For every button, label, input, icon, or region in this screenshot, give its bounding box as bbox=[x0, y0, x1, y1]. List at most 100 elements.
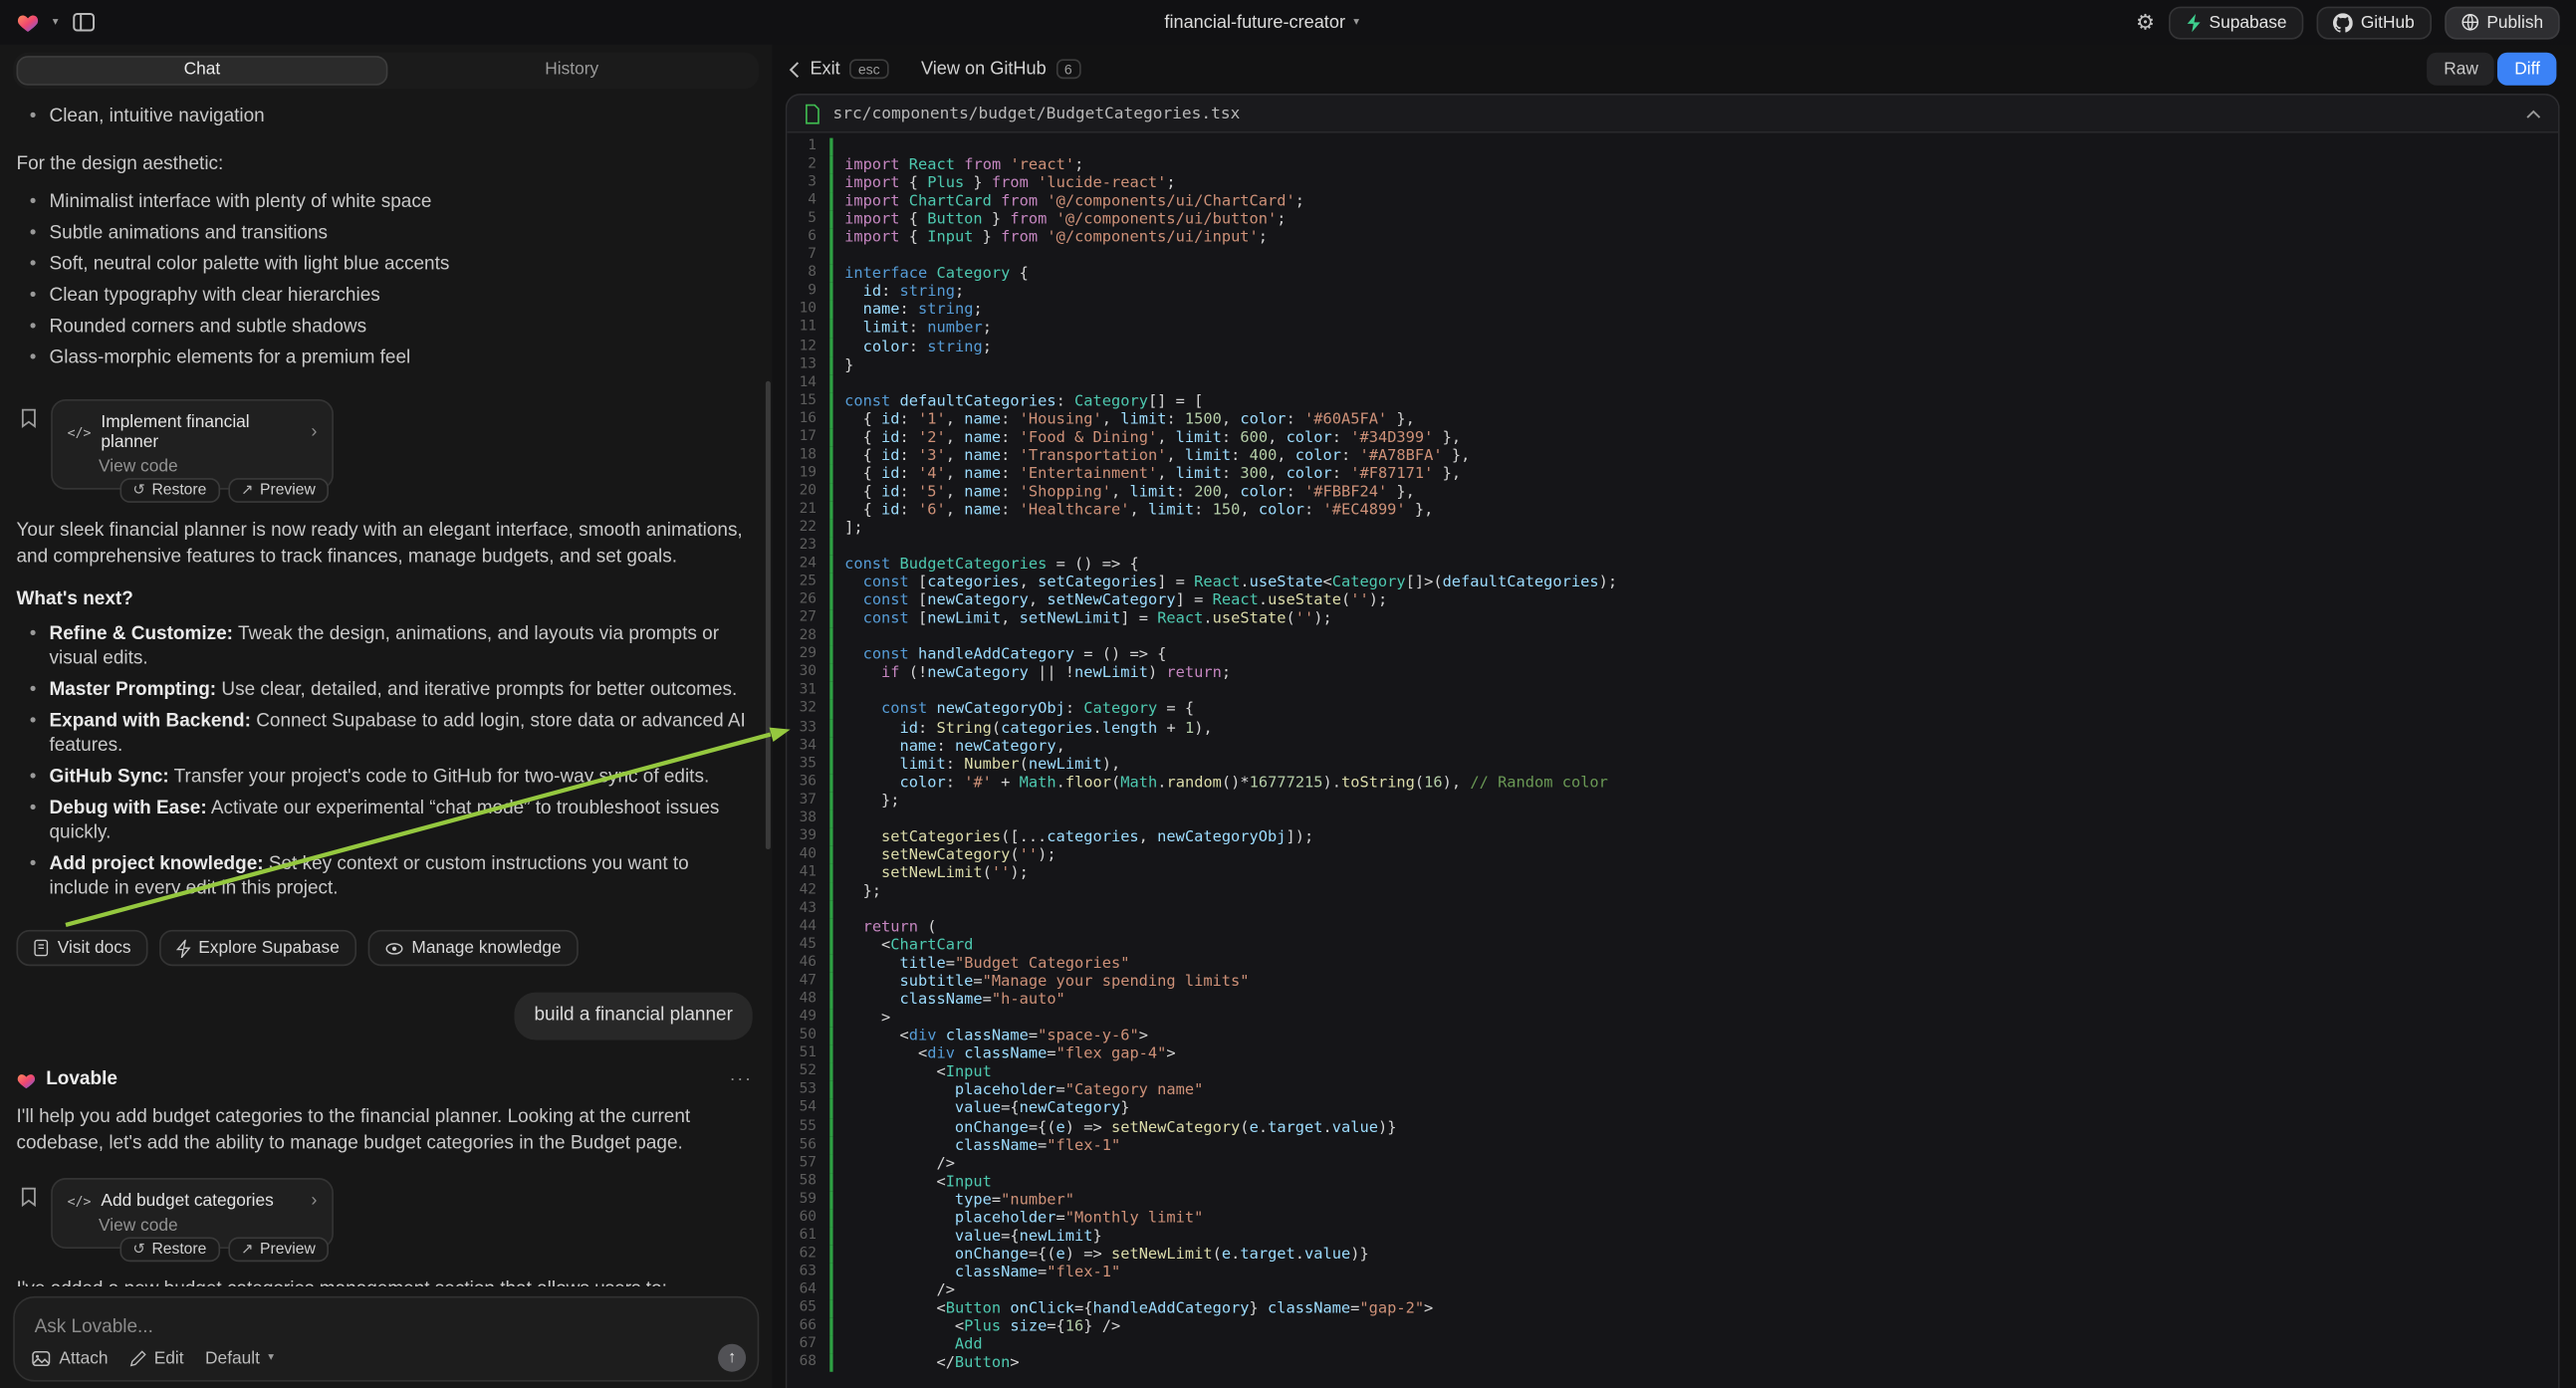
restore-label: Restore bbox=[151, 482, 206, 500]
settings-gear-icon[interactable]: ⚙ bbox=[2136, 12, 2155, 33]
code-line: 10 name: string; bbox=[787, 302, 2558, 320]
list-item: Minimalist interface with plenty of whit… bbox=[30, 191, 753, 216]
topbar: ▾ financial-future-creator ▾ ⚙ Supabase … bbox=[0, 0, 2576, 45]
supabase-button[interactable]: Supabase bbox=[2168, 6, 2303, 39]
line-number: 21 bbox=[787, 501, 829, 519]
code-text: <Plus size={16} /> bbox=[829, 1317, 2558, 1335]
code-line: 31 bbox=[787, 682, 2558, 700]
line-number: 65 bbox=[787, 1299, 829, 1317]
bookmark-icon[interactable] bbox=[20, 1187, 38, 1263]
bookmark-icon[interactable] bbox=[20, 407, 38, 503]
line-number: 47 bbox=[787, 973, 829, 991]
code-text: import { Input } from '@/components/ui/i… bbox=[829, 229, 2558, 247]
topbar-right: ⚙ Supabase GitHub Publish bbox=[2136, 6, 2560, 39]
view-on-github-button[interactable]: View on GitHub 6 bbox=[921, 59, 1080, 80]
preview-button[interactable]: ↗Preview bbox=[228, 478, 329, 503]
view-code-link[interactable]: View code bbox=[99, 1217, 317, 1237]
code-text: const defaultCategories: Category[] = [ bbox=[829, 392, 2558, 410]
mode-select[interactable]: Default ▾ bbox=[205, 1348, 274, 1368]
code-lines: 12import React from 'react';3import { Pl… bbox=[787, 138, 2558, 1372]
code-line: 61 value={newLimit} bbox=[787, 1227, 2558, 1245]
line-number: 64 bbox=[787, 1281, 829, 1299]
lovable-logo-icon[interactable] bbox=[17, 12, 40, 33]
view-mode-toggle: Raw Diff bbox=[2428, 53, 2557, 86]
chat-tabs: Chat History bbox=[13, 53, 759, 89]
code-text: import { Plus } from 'lucide-react'; bbox=[829, 174, 2558, 192]
logo-chevron-down-icon[interactable]: ▾ bbox=[53, 17, 59, 29]
line-number: 52 bbox=[787, 1063, 829, 1081]
line-number: 39 bbox=[787, 827, 829, 845]
chat-message-list[interactable]: Clean, intuitive navigation For the desi… bbox=[0, 92, 773, 1286]
code-line: 28 bbox=[787, 628, 2558, 646]
code-line: 60 placeholder="Monthly limit" bbox=[787, 1209, 2558, 1227]
project-name: financial-future-creator bbox=[1164, 12, 1345, 32]
code-line: 40 setNewCategory(''); bbox=[787, 845, 2558, 863]
code-viewer[interactable]: 12import React from 'react';3import { Pl… bbox=[787, 133, 2558, 1388]
exit-button[interactable]: Exit esc bbox=[789, 59, 888, 80]
send-button[interactable]: ↑ bbox=[718, 1344, 746, 1372]
chevron-right-icon: › bbox=[311, 422, 317, 442]
line-number: 13 bbox=[787, 355, 829, 373]
project-switcher[interactable]: financial-future-creator ▾ bbox=[1164, 0, 1359, 45]
raw-tab[interactable]: Raw bbox=[2428, 53, 2495, 86]
version-card[interactable]: </> Implement financial planner › View c… bbox=[51, 399, 334, 490]
code-line: 9 id: string; bbox=[787, 283, 2558, 301]
edit-button[interactable]: Edit bbox=[129, 1348, 184, 1368]
code-text: setNewLimit(''); bbox=[829, 864, 2558, 882]
view-code-link[interactable]: View code bbox=[99, 457, 317, 477]
code-text: const handleAddCategory = () => { bbox=[829, 646, 2558, 664]
list-item: Debug with Ease: Activate our experiment… bbox=[30, 797, 753, 845]
line-number: 10 bbox=[787, 302, 829, 320]
list-item: Master Prompting: Use clear, detailed, a… bbox=[30, 678, 753, 703]
diff-tab[interactable]: Diff bbox=[2498, 53, 2557, 86]
explore-supabase-button[interactable]: Explore Supabase bbox=[159, 931, 356, 967]
code-text: <div className="flex gap-4"> bbox=[829, 1045, 2558, 1063]
main-split: Chat History Clean, intuitive navigation… bbox=[0, 45, 2576, 1388]
code-line: 67 Add bbox=[787, 1336, 2558, 1354]
edit-label: Edit bbox=[154, 1348, 184, 1368]
line-number: 3 bbox=[787, 174, 829, 192]
line-number: 31 bbox=[787, 682, 829, 700]
list-item: Refine & Customize: Tweak the design, an… bbox=[30, 623, 753, 672]
code-icon: </> bbox=[68, 1194, 92, 1209]
line-number: 67 bbox=[787, 1336, 829, 1354]
list-item: Rounded corners and subtle shadows bbox=[30, 316, 753, 341]
chat-scrollbar[interactable] bbox=[765, 381, 771, 849]
line-number: 58 bbox=[787, 1173, 829, 1191]
code-text: if (!newCategory || !newLimit) return; bbox=[829, 664, 2558, 682]
line-number: 9 bbox=[787, 283, 829, 301]
line-number: 36 bbox=[787, 774, 829, 792]
line-number: 35 bbox=[787, 755, 829, 773]
code-text: className="flex-1" bbox=[829, 1136, 2558, 1154]
line-number: 46 bbox=[787, 955, 829, 973]
github-count-badge: 6 bbox=[1056, 59, 1080, 80]
collapse-chevron-up-icon[interactable] bbox=[2525, 108, 2542, 119]
code-line: 38 bbox=[787, 810, 2558, 827]
line-number: 15 bbox=[787, 392, 829, 410]
restore-button[interactable]: ↺Restore bbox=[119, 478, 219, 503]
chat-input[interactable] bbox=[35, 1317, 597, 1337]
code-text: name: newCategory, bbox=[829, 737, 2558, 755]
preview-button[interactable]: ↗Preview bbox=[228, 1238, 329, 1263]
attach-button[interactable]: Attach bbox=[31, 1348, 108, 1368]
github-button[interactable]: GitHub bbox=[2316, 6, 2431, 39]
tab-chat[interactable]: Chat bbox=[17, 56, 388, 86]
line-number: 54 bbox=[787, 1100, 829, 1118]
code-text: { id: '6', name: 'Healthcare', limit: 15… bbox=[829, 501, 2558, 519]
line-number: 57 bbox=[787, 1154, 829, 1172]
line-number: 50 bbox=[787, 1028, 829, 1045]
version-title: Add budget categories bbox=[101, 1192, 273, 1212]
sidebar-toggle-icon[interactable] bbox=[72, 12, 95, 33]
publish-button[interactable]: Publish bbox=[2444, 6, 2559, 39]
file-header[interactable]: src/components/budget/BudgetCategories.t… bbox=[787, 96, 2558, 133]
tab-history[interactable]: History bbox=[387, 56, 756, 86]
restore-button[interactable]: ↺Restore bbox=[119, 1238, 219, 1263]
code-text bbox=[829, 538, 2558, 556]
message-menu-icon[interactable]: ··· bbox=[730, 1070, 753, 1090]
line-number: 66 bbox=[787, 1317, 829, 1335]
chat-composer[interactable]: Attach Edit Default ▾ ↑ bbox=[13, 1296, 759, 1382]
code-text: title="Budget Categories" bbox=[829, 955, 2558, 973]
line-number: 29 bbox=[787, 646, 829, 664]
visit-docs-button[interactable]: Visit docs bbox=[17, 931, 148, 967]
manage-knowledge-button[interactable]: Manage knowledge bbox=[367, 931, 578, 967]
